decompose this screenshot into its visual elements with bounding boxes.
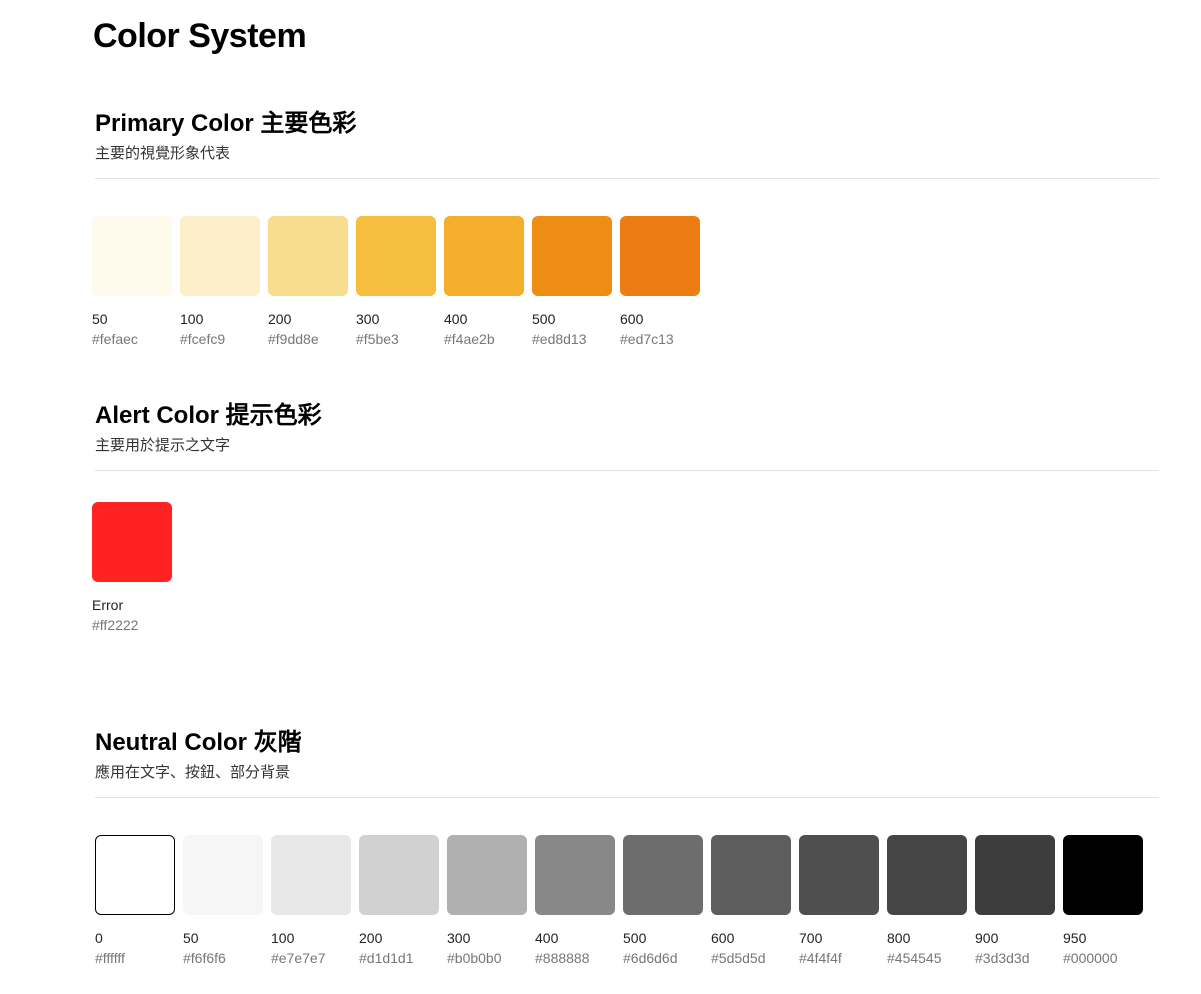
neutral-color-swatch[interactable] xyxy=(623,835,703,915)
neutral-color-swatch[interactable] xyxy=(711,835,791,915)
alert-section-subtitle: 主要用於提示之文字 xyxy=(95,437,231,454)
swatch-hex-code: #000000 xyxy=(1063,950,1118,966)
swatch-hex-code: #b0b0b0 xyxy=(447,950,502,966)
neutral-color-swatch[interactable] xyxy=(975,835,1055,915)
neutral-swatch-item: 500 #6d6d6d xyxy=(623,835,703,967)
neutral-section-subtitle: 應用在文字、按鈕、部分背景 xyxy=(95,764,291,781)
neutral-swatch-item: 900 #3d3d3d xyxy=(975,835,1055,967)
alert-section-divider xyxy=(95,470,1159,471)
neutral-swatch-item: 200 #d1d1d1 xyxy=(359,835,439,967)
primary-color-swatch[interactable] xyxy=(92,216,172,296)
primary-swatch-item: 400 #f4ae2b xyxy=(444,216,524,348)
primary-color-swatch[interactable] xyxy=(444,216,524,296)
neutral-swatch-item: 600 #5d5d5d xyxy=(711,835,791,967)
swatch-hex-code: #ed8d13 xyxy=(532,331,587,347)
swatch-hex-code: #f9dd8e xyxy=(268,331,319,347)
swatch-label: 50 xyxy=(183,930,199,946)
neutral-color-swatch[interactable] xyxy=(359,835,439,915)
primary-section-title: Primary Color 主要色彩 xyxy=(95,110,357,137)
primary-swatch-item: 100 #fcefc9 xyxy=(180,216,260,348)
primary-swatch-row: 50 #fefaec 100 #fcefc9 200 #f9dd8e 300 #f5be3 40… xyxy=(92,216,700,348)
neutral-swatch-row: 0 #ffffff 50 #f6f6f6 100 #e7e7e7 200 #d1d1d1 300… xyxy=(95,835,1143,967)
neutral-color-swatch[interactable] xyxy=(183,835,263,915)
swatch-hex-code: #5d5d5d xyxy=(711,950,766,966)
swatch-label: 800 xyxy=(887,930,911,946)
neutral-swatch-item: 400 #888888 xyxy=(535,835,615,967)
swatch-hex-code: #f5be3 xyxy=(356,331,399,347)
alert-section-title: Alert Color 提示色彩 xyxy=(95,402,322,429)
neutral-color-swatch[interactable] xyxy=(447,835,527,915)
swatch-label: 500 xyxy=(532,311,556,327)
neutral-swatch-item: 0 #ffffff xyxy=(95,835,175,967)
neutral-swatch-item: 100 #e7e7e7 xyxy=(271,835,351,967)
swatch-label: 200 xyxy=(268,311,292,327)
neutral-color-swatch[interactable] xyxy=(1063,835,1143,915)
swatch-hex-code: #6d6d6d xyxy=(623,950,678,966)
swatch-hex-code: #454545 xyxy=(887,950,942,966)
neutral-section-title: Neutral Color 灰階 xyxy=(95,729,302,756)
swatch-hex-code: #e7e7e7 xyxy=(271,950,326,966)
swatch-label: 300 xyxy=(356,311,380,327)
swatch-hex-code: #ff2222 xyxy=(92,617,139,633)
primary-section-divider xyxy=(95,178,1159,179)
swatch-label: 100 xyxy=(271,930,295,946)
alert-color-section: Alert Color 提示色彩 主要用於提示之文字 Error #ff2222 xyxy=(0,400,1201,640)
neutral-color-section: Neutral Color 灰階 應用在文字、按鈕、部分背景 0 #ffffff 5… xyxy=(0,727,1201,977)
swatch-hex-code: #4f4f4f xyxy=(799,950,842,966)
swatch-label: 400 xyxy=(444,311,468,327)
primary-swatch-item: 300 #f5be3 xyxy=(356,216,436,348)
neutral-color-swatch[interactable] xyxy=(271,835,351,915)
swatch-label: Error xyxy=(92,597,124,613)
swatch-label: 100 xyxy=(180,311,204,327)
neutral-color-swatch[interactable] xyxy=(95,835,175,915)
swatch-label: 700 xyxy=(799,930,823,946)
primary-color-swatch[interactable] xyxy=(268,216,348,296)
primary-swatch-item: 500 #ed8d13 xyxy=(532,216,612,348)
swatch-label: 50 xyxy=(92,311,108,327)
swatch-label: 500 xyxy=(623,930,647,946)
swatch-hex-code: #f6f6f6 xyxy=(183,950,226,966)
alert-swatch-row: Error #ff2222 xyxy=(92,502,172,634)
neutral-color-swatch[interactable] xyxy=(535,835,615,915)
neutral-swatch-item: 50 #f6f6f6 xyxy=(183,835,263,967)
primary-swatch-item: 600 #ed7c13 xyxy=(620,216,700,348)
swatch-hex-code: #ffffff xyxy=(95,950,125,966)
swatch-label: 200 xyxy=(359,930,383,946)
alert-swatch-item: Error #ff2222 xyxy=(92,502,172,634)
swatch-label: 400 xyxy=(535,930,559,946)
page-title: Color System xyxy=(93,17,307,55)
neutral-swatch-item: 700 #4f4f4f xyxy=(799,835,879,967)
swatch-hex-code: #d1d1d1 xyxy=(359,950,414,966)
swatch-hex-code: #888888 xyxy=(535,950,590,966)
alert-color-swatch[interactable] xyxy=(92,502,172,582)
swatch-label: 0 xyxy=(95,930,103,946)
neutral-swatch-item: 800 #454545 xyxy=(887,835,967,967)
neutral-section-divider xyxy=(95,797,1159,798)
swatch-hex-code: #3d3d3d xyxy=(975,950,1030,966)
primary-swatch-item: 200 #f9dd8e xyxy=(268,216,348,348)
primary-color-swatch[interactable] xyxy=(620,216,700,296)
swatch-hex-code: #f4ae2b xyxy=(444,331,495,347)
swatch-label: 600 xyxy=(711,930,735,946)
swatch-hex-code: #ed7c13 xyxy=(620,331,674,347)
neutral-color-swatch[interactable] xyxy=(799,835,879,915)
primary-color-swatch[interactable] xyxy=(356,216,436,296)
neutral-color-swatch[interactable] xyxy=(887,835,967,915)
swatch-label: 950 xyxy=(1063,930,1087,946)
neutral-swatch-item: 300 #b0b0b0 xyxy=(447,835,527,967)
primary-color-swatch[interactable] xyxy=(532,216,612,296)
primary-section-subtitle: 主要的視覺形象代表 xyxy=(95,145,231,162)
primary-color-swatch[interactable] xyxy=(180,216,260,296)
primary-color-section: Primary Color 主要色彩 主要的視覺形象代表 50 #fefaec 10… xyxy=(0,108,1201,358)
swatch-hex-code: #fcefc9 xyxy=(180,331,226,347)
primary-swatch-item: 50 #fefaec xyxy=(92,216,172,348)
swatch-label: 900 xyxy=(975,930,999,946)
swatch-hex-code: #fefaec xyxy=(92,331,138,347)
neutral-swatch-item: 950 #000000 xyxy=(1063,835,1143,967)
swatch-label: 600 xyxy=(620,311,644,327)
swatch-label: 300 xyxy=(447,930,471,946)
